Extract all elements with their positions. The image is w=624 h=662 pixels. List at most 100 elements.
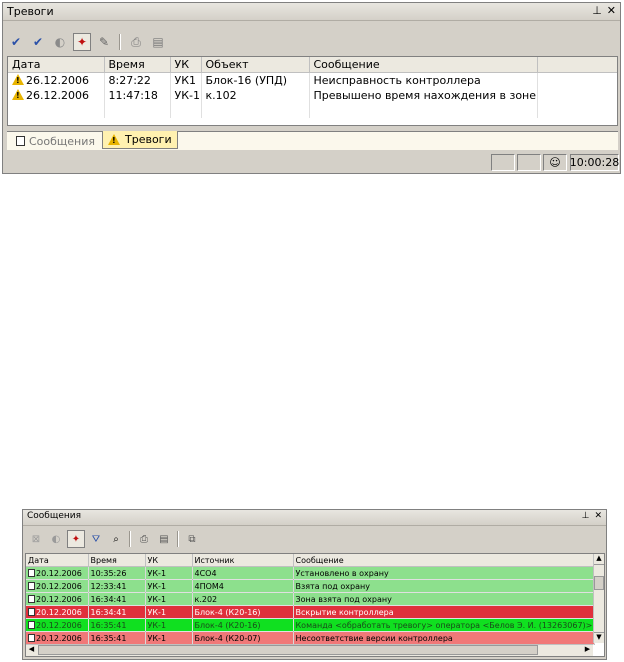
message-doc-icon (28, 633, 35, 642)
toolbar-separator (177, 531, 179, 547)
cell-message: Вскрытие контроллера (293, 605, 595, 619)
warning-icon (108, 134, 120, 145)
scroll-up-button[interactable]: ▲ (594, 554, 604, 565)
cell-date: 20.12.2006 (36, 594, 82, 604)
cell-time: 16:35:41 (88, 618, 146, 632)
cell-object: к.102 (201, 88, 310, 103)
print-icon[interactable]: ⎙ (135, 530, 153, 548)
scroll-thumb[interactable] (594, 576, 604, 590)
export-icon[interactable]: ▤ (149, 33, 167, 51)
comment-icon[interactable]: ✎ (95, 33, 113, 51)
column-time[interactable]: Время (104, 57, 171, 73)
cell-time: 16:34:41 (88, 605, 146, 619)
cell-source: Блок-4 (К20-16) (192, 618, 294, 632)
horizontal-scrollbar[interactable]: ◀ ▶ (26, 644, 593, 656)
messages-toolbar: ⊠ ◐ ✦ ⛛ ⌕ ⎙ ▤ ⧉ (23, 529, 606, 549)
column-message[interactable]: Сообщение (309, 57, 538, 73)
cell-source: Блок-4 (К20-16) (192, 605, 294, 619)
operator-icon: ☺ (549, 156, 561, 169)
tab-messages[interactable]: Сообщения (11, 132, 100, 150)
cell-date: 26.12.2006 (26, 74, 89, 87)
tab-alarms[interactable]: Тревоги (102, 131, 178, 149)
column-date[interactable]: Дата (26, 554, 89, 567)
scroll-down-button[interactable]: ▼ (594, 632, 604, 643)
alarms-grid: Дата Время УК Объект Сообщение 26.12.200… (7, 56, 618, 126)
column-uk[interactable]: УК (170, 57, 202, 73)
cell-date: 20.12.2006 (36, 568, 82, 578)
cell-time: 10:35:26 (88, 566, 146, 580)
cell-uk: УК-1 (145, 605, 193, 619)
warning-icon (12, 74, 24, 85)
scroll-thumb-horizontal[interactable] (38, 645, 538, 655)
messages-titlebar: Сообщения ⊥ ✕ (23, 510, 606, 526)
table-row[interactable]: 26.12.2006 11:47:18 УК-1 к.102 Превышено… (8, 88, 617, 103)
pin-icon[interactable]: ⊥ (592, 4, 602, 17)
cell-message: Команда <обработать тревогу> оператора <… (293, 618, 595, 632)
table-row[interactable]: 20.12.2006 12:33:41 УК-1 4ПОМ4 Взята под охр… (26, 579, 595, 593)
messages-icon (16, 136, 25, 146)
scroll-left-button[interactable]: ◀ (26, 645, 37, 656)
column-object[interactable]: Объект (201, 57, 310, 73)
funnel-icon[interactable]: ⛛ (87, 530, 105, 548)
filter-icon[interactable]: ✦ (73, 33, 91, 51)
cell-source: к.202 (192, 592, 294, 606)
close-icon[interactable]: ✕ (594, 511, 602, 521)
cell-uk: УК-1 (145, 566, 193, 580)
status-bar: ☺ 10:00:28 (3, 151, 620, 173)
cell-uk: УК-1 (145, 618, 193, 632)
messages-title: Сообщения (27, 511, 82, 521)
cell-message: Неисправность контроллера (309, 72, 538, 88)
cell-uk: УК-1 (170, 88, 202, 103)
export-icon[interactable]: ▤ (155, 530, 173, 548)
status-cell-1 (491, 154, 515, 171)
column-time[interactable]: Время (88, 554, 146, 567)
cell-message: Несоответствие версии контроллера (293, 631, 595, 645)
process-alarm-icon[interactable]: ◐ (51, 33, 69, 51)
cell-uk: УК-1 (145, 592, 193, 606)
find-icon[interactable]: ⌕ (107, 530, 125, 548)
close-icon[interactable]: ✕ (607, 4, 616, 17)
messages-grid: Дата Время УК Источник Сообщение 20.12.2… (25, 553, 605, 657)
cell-source: 4СО4 (192, 566, 294, 580)
table-row[interactable]: 20.12.2006 16:34:41 УК-1 Блок-4 (К20-16) Вск… (26, 605, 595, 619)
copy-icon[interactable]: ⧉ (183, 530, 201, 548)
print-icon[interactable]: ⎙ (127, 33, 145, 51)
column-date[interactable]: Дата (8, 57, 105, 73)
cell-date: 20.12.2006 (36, 633, 82, 643)
table-row[interactable]: 20.12.2006 16:34:41 УК-1 к.202 Зона взята по… (26, 592, 595, 606)
table-row[interactable]: 20.12.2006 10:35:26 УК-1 4СО4 Установлено в … (26, 566, 595, 580)
cell-object: Блок-16 (УПД) (201, 72, 310, 88)
column-message[interactable]: Сообщение (293, 554, 595, 567)
scroll-right-button[interactable]: ▶ (582, 645, 593, 656)
pin-icon[interactable]: ⊥ (582, 511, 590, 521)
messages-table: Дата Время УК Источник Сообщение 20.12.2… (26, 554, 595, 645)
acknowledge-icon[interactable]: ✔ (7, 33, 25, 51)
table-row[interactable]: 20.12.2006 16:35:41 УК-1 Блок-4 (К20-07) Нес… (26, 631, 595, 645)
table-row[interactable]: 26.12.2006 8:27:22 УК1 Блок-16 (УПД) Неи… (8, 72, 617, 88)
message-doc-icon (28, 620, 35, 629)
acknowledge-all-icon[interactable]: ✔ (29, 33, 47, 51)
table-row[interactable]: 20.12.2006 16:35:41 УК-1 Блок-4 (К20-16) Ком… (26, 618, 595, 632)
column-source[interactable]: Источник (192, 554, 294, 567)
cell-message: Превышено время нахождения в зоне (309, 88, 538, 103)
cell-uk: УК-1 (145, 631, 193, 645)
cell-source: Блок-4 (К20-07) (192, 631, 294, 645)
filter-icon[interactable]: ✦ (67, 530, 85, 548)
tab-messages-label: Сообщения (29, 134, 96, 148)
status-cell-operator[interactable]: ☺ (543, 154, 567, 171)
cell-uk: УК-1 (145, 579, 193, 593)
cell-message: Взята под охрану (293, 579, 595, 593)
toolbar-separator (129, 531, 131, 547)
cell-date: 20.12.2006 (36, 581, 82, 591)
cell-time: 12:33:41 (88, 579, 146, 593)
process-icon[interactable]: ◐ (47, 530, 65, 548)
cell-time: 16:34:41 (88, 592, 146, 606)
cell-time: 16:35:41 (88, 631, 146, 645)
cell-message: Установлено в охрану (293, 566, 595, 580)
alarms-title: Тревоги (7, 5, 54, 18)
clear-icon[interactable]: ⊠ (27, 530, 45, 548)
message-doc-icon (28, 607, 35, 616)
cell-time: 8:27:22 (104, 72, 171, 88)
column-uk[interactable]: УК (145, 554, 193, 567)
vertical-scrollbar[interactable]: ▲ ▼ (593, 554, 604, 643)
